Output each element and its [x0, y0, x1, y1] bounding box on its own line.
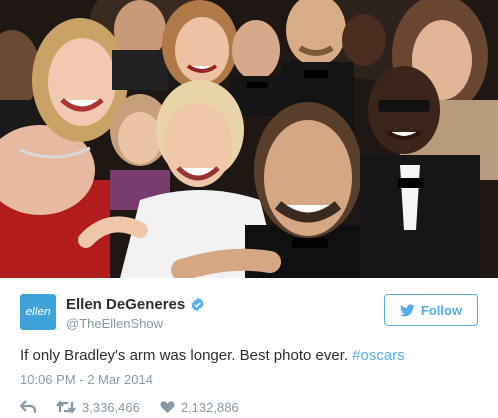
display-name[interactable]: Ellen DeGeneres	[66, 296, 185, 313]
tweet-card: ellen Ellen DeGeneres @TheEllenShow Foll…	[0, 0, 498, 418]
tweet-actions: 3,336,466 2,132,886	[20, 396, 259, 418]
tweet-photo[interactable]	[0, 0, 498, 278]
tweet-text: If only Bradley's arm was longer. Best p…	[20, 347, 478, 364]
retweet-icon	[56, 400, 76, 414]
tweet-timestamp[interactable]: 10:06 PM - 2 Mar 2014	[20, 372, 153, 387]
reply-button[interactable]	[20, 400, 36, 414]
user-handle[interactable]: @TheEllenShow	[66, 316, 205, 331]
like-button[interactable]: 2,132,886	[160, 400, 239, 415]
reply-icon	[20, 400, 36, 413]
heart-icon	[160, 401, 175, 414]
follow-button[interactable]: Follow	[384, 294, 478, 326]
hashtag-link[interactable]: #oscars	[352, 347, 405, 364]
follow-label: Follow	[420, 302, 463, 318]
retweet-button[interactable]: 3,336,466	[56, 400, 140, 415]
verified-badge-icon	[190, 297, 205, 312]
retweet-count: 3,336,466	[82, 399, 140, 415]
display-name-row: Ellen DeGeneres	[66, 294, 205, 314]
tweet-text-body: If only Bradley's arm was longer. Best p…	[20, 347, 353, 364]
author-names: Ellen DeGeneres @TheEllenShow	[66, 294, 205, 331]
avatar[interactable]: ellen	[20, 294, 56, 330]
like-count: 2,132,886	[180, 399, 239, 415]
tweet-header: ellen Ellen DeGeneres @TheEllenShow Foll…	[20, 292, 478, 332]
twitter-bird-icon	[399, 303, 415, 317]
